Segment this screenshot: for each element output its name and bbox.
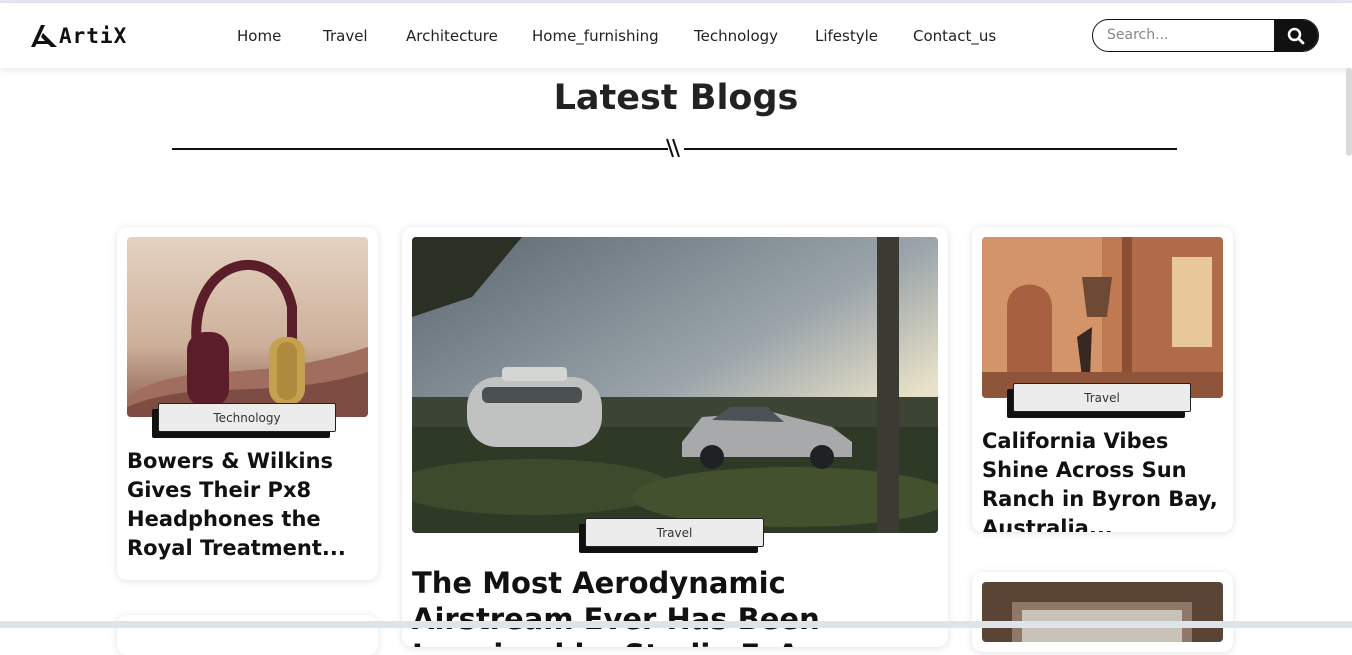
blog-card-technology[interactable]: Technology Bowers & Wilkins Gives Their … [117,227,378,580]
nav-architecture[interactable]: Architecture [406,27,498,45]
blog-card-partial[interactable] [972,572,1233,652]
blog-card-travel-featured[interactable]: Travel The Most Aerodynamic Airstream Ev… [402,227,948,647]
nav-travel[interactable]: Travel [323,27,368,45]
artix-logo-icon [31,25,57,47]
post-title[interactable]: Bowers & Wilkins Gives Their Px8 Headpho… [127,447,368,563]
section-title: Latest Blogs [553,78,799,118]
bottom-bar [0,621,1352,628]
category-badge[interactable]: Travel [579,518,764,553]
post-image-headphones[interactable] [127,237,368,417]
post-title[interactable]: The Most Aerodynamic Airstream Ever Has … [412,565,938,647]
divider-slash-icon [666,138,680,158]
nav-home-furnishing[interactable]: Home_furnishing [532,27,659,45]
category-badge[interactable]: Technology [152,403,336,438]
search-icon [1287,27,1305,44]
nav-contact-us[interactable]: Contact_us [913,27,996,45]
navbar: ArtiX Home Travel Architecture Home_furn… [0,3,1352,68]
page-scrollbar[interactable] [1346,68,1352,156]
category-label: Travel [1013,383,1191,412]
post-image-airstream[interactable] [412,237,938,533]
post-image-partial[interactable] [982,582,1223,642]
nav-lifestyle[interactable]: Lifestyle [815,27,878,45]
logo[interactable]: ArtiX [31,23,127,49]
category-badge[interactable]: Travel [1007,383,1191,418]
blog-card-travel[interactable]: Travel California Vibes Shine Across Sun… [972,227,1233,532]
divider-right [684,148,1177,150]
search-box [1092,19,1319,52]
post-title[interactable]: California Vibes Shine Across Sun Ranch … [982,427,1223,532]
category-label: Travel [585,518,764,547]
search-input[interactable] [1093,20,1274,50]
nav-home[interactable]: Home [237,27,281,45]
category-label: Technology [158,403,336,432]
logo-text: ArtiX [59,24,128,48]
search-button[interactable] [1274,20,1318,51]
nav-technology[interactable]: Technology [694,27,778,45]
post-image-interior[interactable] [982,237,1223,398]
divider-left [172,148,668,150]
